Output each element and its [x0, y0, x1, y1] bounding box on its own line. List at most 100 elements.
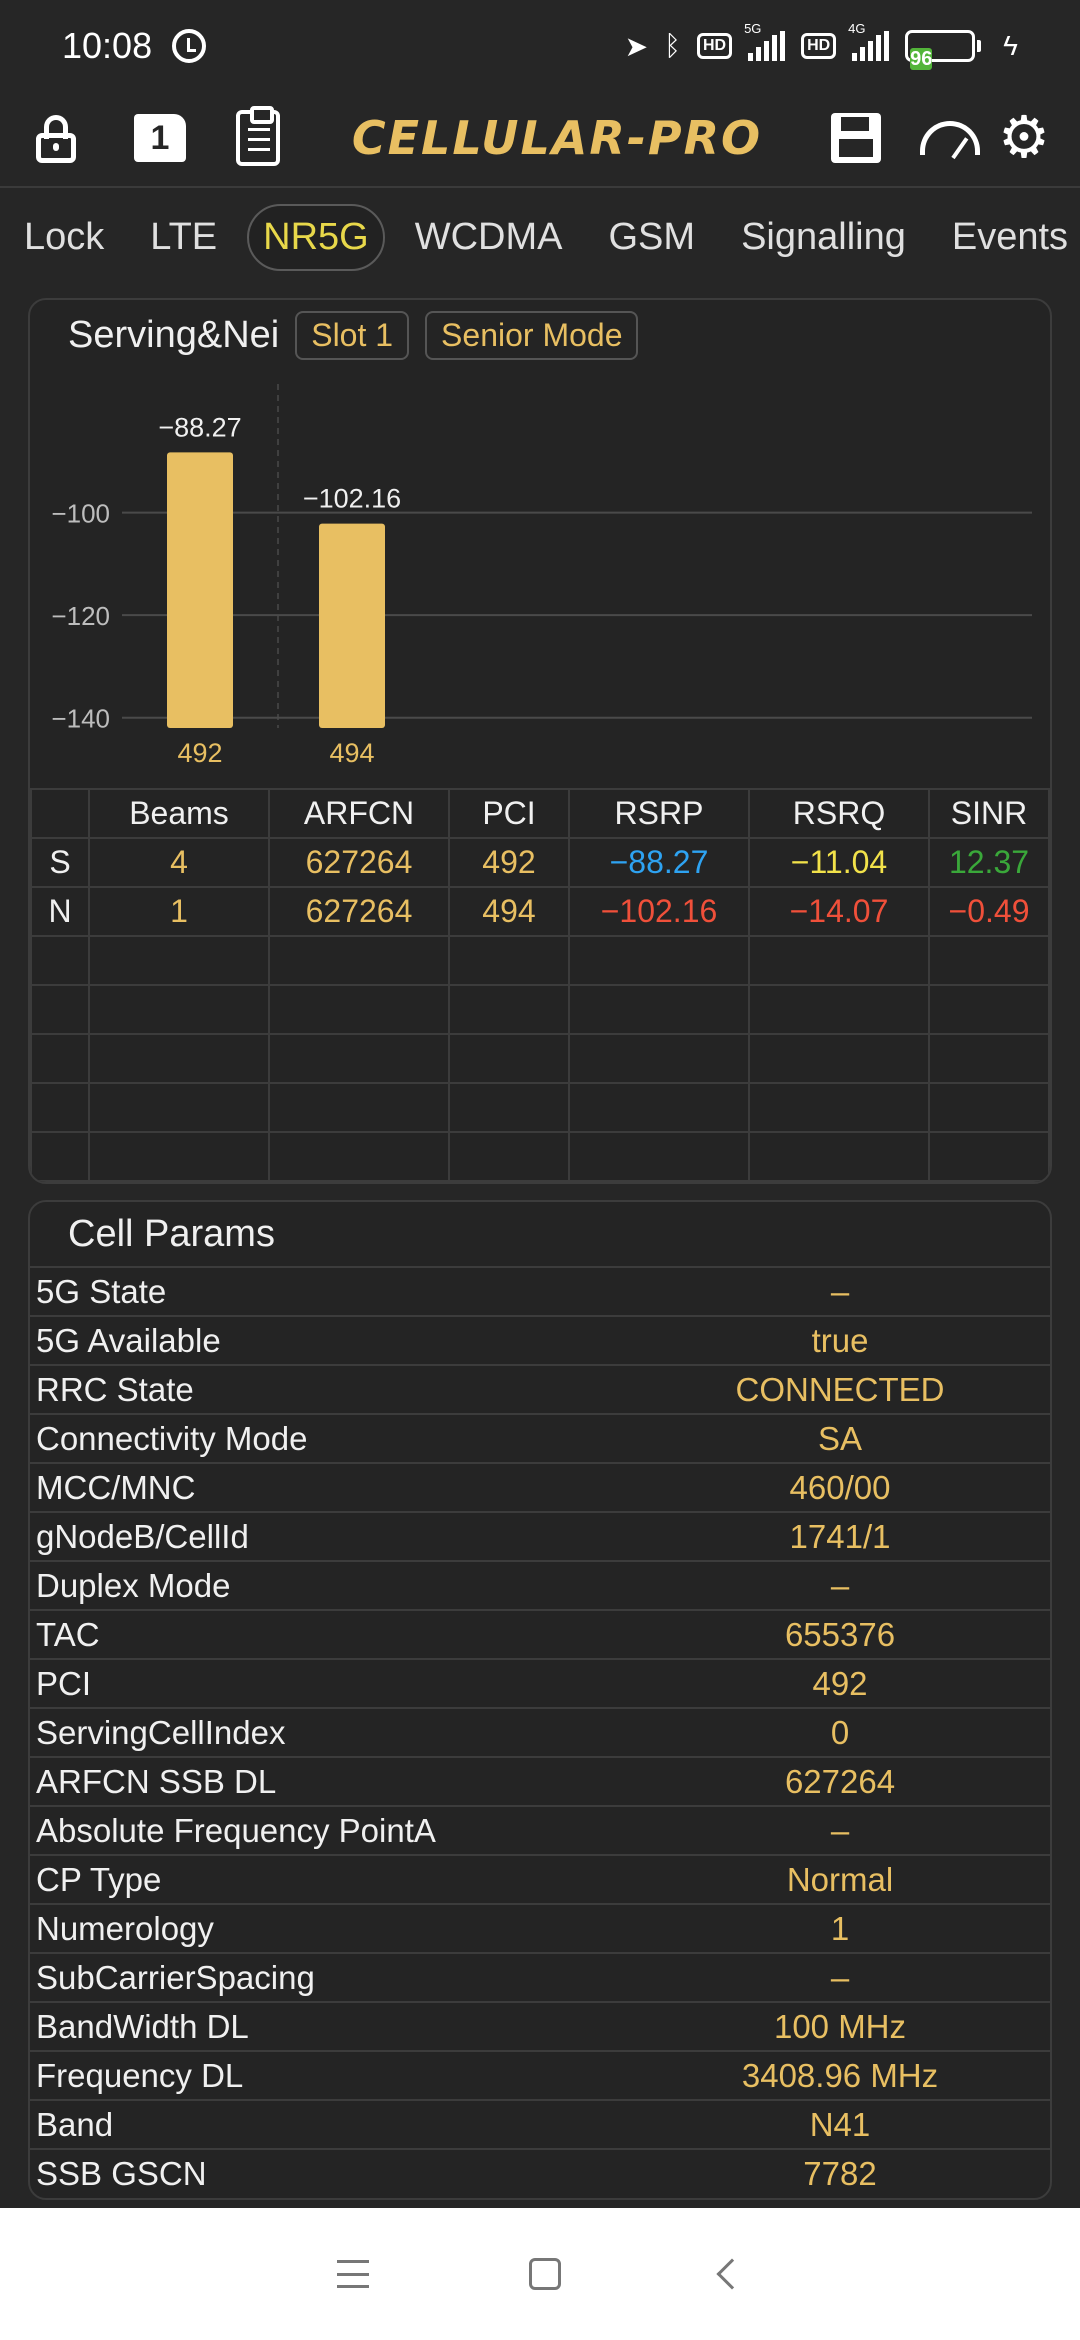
- settings-button[interactable]: ⚙: [992, 106, 1056, 170]
- param-value: 100 MHz: [630, 2001, 1050, 2051]
- table-cell: 492: [448, 837, 570, 888]
- param-key: Absolute Frequency PointA: [30, 1805, 630, 1855]
- save-button[interactable]: [824, 106, 888, 170]
- lock-icon: [36, 115, 76, 163]
- param-row: Absolute Frequency PointA –: [30, 1805, 1050, 1855]
- param-key: CP Type: [30, 1854, 630, 1904]
- back-icon[interactable]: [716, 2258, 748, 2290]
- table-cell: 627264: [268, 837, 450, 888]
- param-key: Numerology: [30, 1903, 630, 1953]
- param-row: Band N41: [30, 2099, 1050, 2149]
- param-row: PCI 492: [30, 1658, 1050, 1708]
- table-cell: 627264: [268, 886, 450, 937]
- param-row: BandWidth DL 100 MHz: [30, 2001, 1050, 2051]
- clipboard-button[interactable]: [226, 106, 290, 170]
- tab-signalling[interactable]: Signalling: [725, 204, 922, 271]
- category-label: 494: [329, 738, 374, 768]
- status-bar: 10:08 ➤ ᛒ HD 5G HD 4G 96 ϟ: [0, 0, 1080, 92]
- app-logo: CELLULAR-PRO: [351, 111, 763, 165]
- param-value: –: [630, 1266, 1050, 1316]
- tab-wcdma[interactable]: WCDMA: [399, 204, 579, 271]
- clipboard-icon: [236, 106, 280, 166]
- table-cell: −102.16: [568, 886, 750, 937]
- panel-title: Cell Params: [68, 1212, 275, 1255]
- hd-voice-icon-2: HD: [801, 33, 837, 59]
- panel-title: Serving&Nei: [68, 313, 280, 356]
- param-value: –: [630, 1560, 1050, 1610]
- param-key: gNodeB/CellId: [30, 1511, 630, 1561]
- param-row: Duplex Mode –: [30, 1560, 1050, 1610]
- param-key: 5G State: [30, 1266, 630, 1316]
- param-key: TAC: [30, 1609, 630, 1659]
- slot-button[interactable]: Slot 1: [295, 310, 410, 360]
- tab-lte[interactable]: LTE: [134, 204, 233, 271]
- table-cell: 12.37: [928, 837, 1050, 888]
- tab-gsm[interactable]: GSM: [593, 204, 712, 271]
- network-type-label-2: 4G: [848, 21, 866, 36]
- param-key: ARFCN SSB DL: [30, 1756, 630, 1806]
- param-row: Numerology 1: [30, 1903, 1050, 1953]
- y-tick-label: −140: [51, 704, 110, 734]
- param-value: Normal: [630, 1854, 1050, 1904]
- speedtest-button[interactable]: [918, 106, 982, 170]
- column-header: PCI: [448, 788, 570, 839]
- table-cell: 494: [448, 886, 570, 937]
- param-row: MCC/MNC 460/00: [30, 1462, 1050, 1512]
- menu-icon[interactable]: [337, 2260, 369, 2288]
- param-value: 492: [630, 1658, 1050, 1708]
- table-cell: −88.27: [568, 837, 750, 888]
- param-key: MCC/MNC: [30, 1462, 630, 1512]
- y-tick-label: −100: [51, 499, 110, 529]
- param-row: Connectivity Mode SA: [30, 1413, 1050, 1463]
- table-cell: −0.49: [928, 886, 1050, 937]
- param-key: Duplex Mode: [30, 1560, 630, 1610]
- category-label: 492: [177, 738, 222, 768]
- serving-neighbor-panel: Serving&Nei Slot 1 Senior Mode −100 −120−…: [28, 298, 1052, 1184]
- param-value: 3408.96 MHz: [630, 2050, 1050, 2100]
- cell-params-panel: Cell Params 5G State –5G Available true RRC…: [28, 1200, 1052, 2200]
- param-value: 7782: [630, 2148, 1050, 2198]
- tab-events[interactable]: Events: [936, 204, 1080, 271]
- param-row: TAC 655376: [30, 1609, 1050, 1659]
- tab-nr5g[interactable]: NR5G: [247, 203, 385, 271]
- param-value: 655376: [630, 1609, 1050, 1659]
- param-row: SubCarrierSpacing –: [30, 1952, 1050, 2002]
- param-key: RRC State: [30, 1364, 630, 1414]
- param-key: PCI: [30, 1658, 630, 1708]
- param-key: 5G Available: [30, 1315, 630, 1365]
- sim-select-button[interactable]: 1: [128, 106, 192, 170]
- column-header: RSRP: [568, 788, 750, 839]
- param-key: Frequency DL: [30, 2050, 630, 2100]
- location-arrow-icon: ➤: [624, 30, 649, 62]
- bar: [167, 452, 233, 728]
- param-value: 1: [630, 1903, 1050, 1953]
- lock-button[interactable]: [24, 106, 88, 170]
- table-row: N 1 627264 494 −102.16 −14.07 −0.49: [30, 886, 1050, 937]
- sim-card-icon: 1: [134, 114, 186, 162]
- cell-params-table: 5G State –5G Available true RRC State CONNEC…: [30, 1266, 1050, 2198]
- empty-row: [30, 1131, 1050, 1182]
- param-row: SSB GSCN 7782: [30, 2148, 1050, 2198]
- param-value: 460/00: [630, 1462, 1050, 1512]
- param-row: ServingCellIndex 0: [30, 1707, 1050, 1757]
- param-value: 627264: [630, 1756, 1050, 1806]
- param-row: CP Type Normal: [30, 1854, 1050, 1904]
- home-icon[interactable]: [529, 2258, 561, 2290]
- empty-row: [30, 935, 1050, 986]
- param-value: SA: [630, 1413, 1050, 1463]
- senior-mode-button[interactable]: Senior Mode: [425, 310, 639, 360]
- network-type-label: 5G: [744, 21, 762, 36]
- tab-lock[interactable]: Lock: [8, 204, 120, 271]
- column-header: SINR: [928, 788, 1050, 839]
- empty-row: [30, 1033, 1050, 1084]
- table-cell: 4: [88, 837, 270, 888]
- param-value: 1741/1: [630, 1511, 1050, 1561]
- speedometer-icon: [920, 121, 980, 155]
- param-row: gNodeB/CellId 1741/1: [30, 1511, 1050, 1561]
- param-key: SSB GSCN: [30, 2148, 630, 2198]
- table-cell: −11.04: [748, 837, 930, 888]
- system-nav-bar: [0, 2208, 1080, 2340]
- param-key: SubCarrierSpacing: [30, 1952, 630, 2002]
- column-header: [30, 788, 90, 839]
- signal-5g-icon: 5G: [744, 21, 786, 61]
